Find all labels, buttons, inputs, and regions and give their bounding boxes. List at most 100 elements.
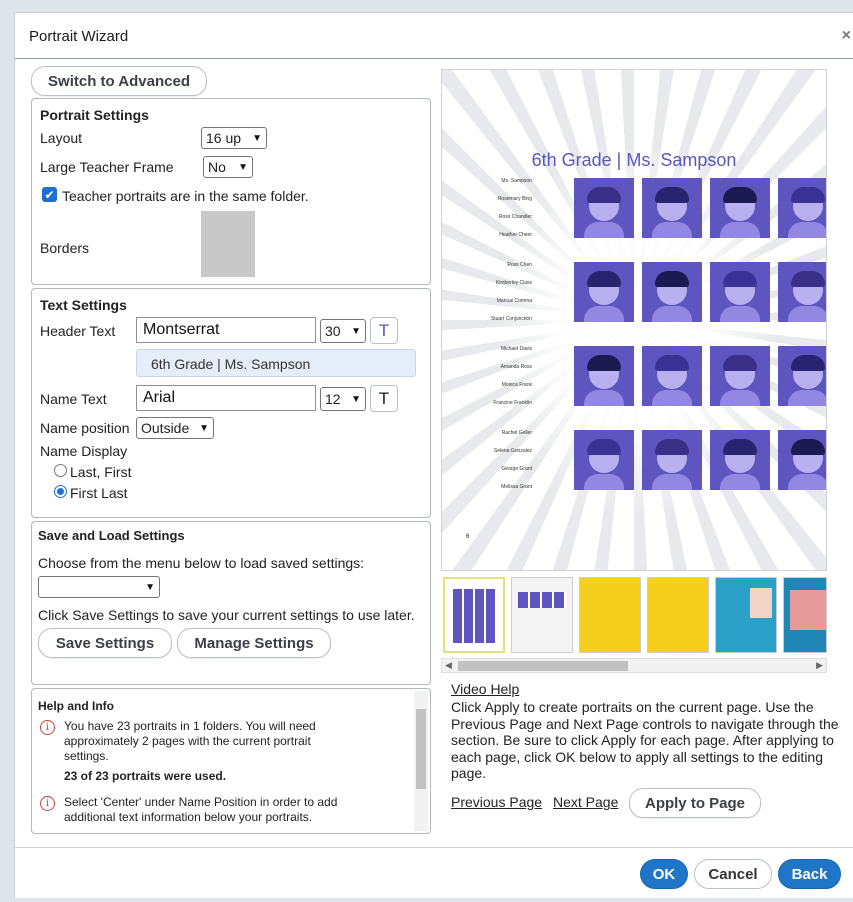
portrait-tile [574, 346, 634, 406]
page-thumbnail-1[interactable] [443, 577, 505, 653]
ok-button[interactable]: OK [640, 859, 688, 889]
preview-student-name: Marcus Comma [496, 298, 532, 304]
preview-student-name: Rachel Geller [501, 430, 532, 436]
chevron-down-icon: ▼ [238, 161, 248, 173]
header-size-select[interactable]: 30 ▼ [320, 319, 366, 343]
preview-student-name: Selena Gonzalez [493, 448, 532, 454]
page-thumbnails: ◀ ▶ [441, 573, 827, 673]
portrait-hair [723, 187, 757, 203]
previous-page-link[interactable]: Previous Page [451, 794, 542, 810]
scroll-left-icon[interactable]: ◀ [445, 660, 452, 671]
saved-settings-select[interactable]: ▼ [38, 576, 160, 598]
name-position-select[interactable]: Outside ▼ [136, 417, 214, 439]
layout-select-value: 16 up [206, 130, 242, 146]
choose-saved-text: Choose from the menu below to load saved… [38, 555, 365, 571]
scroll-right-icon[interactable]: ▶ [816, 660, 823, 671]
borders-swatch[interactable] [201, 211, 255, 277]
page-thumbnail-2[interactable] [511, 577, 573, 653]
dialog-titlebar: Portrait Wizard × [15, 13, 853, 59]
name-size-value: 12 [325, 391, 341, 407]
portrait-body [584, 222, 624, 238]
thumbnails-scrollbar-thumb[interactable] [458, 661, 628, 671]
preview-student-name: Kimberley Class [495, 280, 532, 286]
info-icon: i [40, 720, 55, 735]
chevron-down-icon: ▼ [351, 325, 361, 337]
next-page-link[interactable]: Next Page [553, 794, 618, 810]
portrait-body [788, 390, 826, 406]
preview-student-name: Francine Franklin [493, 400, 532, 406]
manage-settings-button[interactable]: Manage Settings [177, 628, 331, 658]
preview-page-number: 6 [466, 534, 470, 540]
preview-student-name: George Grant [501, 466, 532, 472]
thumbnails-scrollbar[interactable]: ◀ ▶ [441, 658, 827, 673]
save-load-panel: Save and Load Settings Choose from the m… [31, 521, 431, 685]
header-font-input[interactable]: Montserrat [136, 317, 316, 343]
name-display-label: Name Display [40, 443, 128, 459]
portrait-settings-heading: Portrait Settings [40, 107, 149, 123]
page-thumbnail-4[interactable] [647, 577, 709, 653]
large-teacher-frame-value: No [208, 159, 226, 175]
radio-first-last[interactable] [54, 485, 67, 498]
switch-to-advanced-button[interactable]: Switch to Advanced [31, 66, 207, 96]
chevron-down-icon: ▼ [351, 393, 361, 405]
apply-instructions: Click Apply to create portraits on the c… [451, 699, 839, 781]
back-button[interactable]: Back [778, 859, 841, 889]
page-thumbnail-5[interactable] [715, 577, 777, 653]
preview-student-name: Ross Chandler [498, 214, 532, 220]
help-scrollbar[interactable] [414, 691, 428, 831]
portrait-body [720, 306, 760, 322]
chevron-down-icon: ▼ [252, 132, 262, 144]
portrait-tile [642, 430, 702, 490]
preview-student-name: Michael Davis [500, 346, 532, 352]
portrait-body [720, 474, 760, 490]
radio-last-first[interactable] [54, 464, 67, 477]
teacher-same-folder-checkbox[interactable]: ✔ [42, 187, 57, 202]
apply-to-page-button[interactable]: Apply to Page [629, 788, 761, 818]
preview-student-name: Heather Cheer [499, 232, 532, 238]
portrait-hair [791, 187, 825, 203]
portrait-body [652, 474, 692, 490]
portrait-body [584, 390, 624, 406]
help-scrollbar-thumb[interactable] [416, 709, 426, 789]
portrait-tile [778, 430, 826, 490]
portrait-tile [642, 262, 702, 322]
large-teacher-frame-select[interactable]: No ▼ [203, 156, 253, 178]
portrait-hair [655, 271, 689, 287]
portrait-hair [723, 355, 757, 371]
name-position-label: Name position [40, 420, 130, 436]
page-thumbnail-3[interactable] [579, 577, 641, 653]
name-text-label: Name Text [40, 391, 107, 407]
portrait-tile [642, 346, 702, 406]
name-size-select[interactable]: 12 ▼ [320, 387, 366, 411]
save-settings-button[interactable]: Save Settings [38, 628, 172, 658]
layout-select[interactable]: 16 up ▼ [201, 127, 267, 149]
close-icon[interactable]: × [842, 27, 851, 45]
portrait-tile [710, 178, 770, 238]
portrait-tile [710, 430, 770, 490]
portrait-wizard-dialog: Portrait Wizard × Switch to Advanced Por… [14, 12, 853, 898]
portrait-hair [587, 355, 621, 371]
name-font-input[interactable]: Arial [136, 385, 316, 411]
video-help-link[interactable]: Video Help [451, 681, 519, 697]
dialog-title: Portrait Wizard [29, 28, 129, 45]
large-teacher-frame-label: Large Teacher Frame [40, 159, 174, 175]
portrait-tile [778, 178, 826, 238]
help-info-heading: Help and Info [38, 699, 114, 713]
portrait-tile [574, 430, 634, 490]
preview-title: 6th Grade | Ms. Sampson [531, 150, 737, 170]
layout-label: Layout [40, 130, 83, 146]
thumbnail-photo-art [790, 590, 826, 630]
preview-student-name: Stuart Conjunction [490, 316, 532, 322]
preview-student-name: Amanda Ross [500, 364, 532, 370]
thumbnail-photo-art [750, 588, 772, 618]
name-position-value: Outside [141, 420, 190, 436]
portrait-tile [710, 346, 770, 406]
portrait-hair [791, 355, 825, 371]
preview-student-name: Melissa Grant [501, 484, 532, 490]
name-text-color-button[interactable]: T [370, 385, 398, 412]
header-text-color-button[interactable]: T [370, 317, 398, 344]
portrait-settings-panel: Portrait Settings Layout 16 up ▼ Large T… [31, 98, 431, 285]
page-thumbnail-6[interactable] [783, 577, 827, 653]
portrait-tile [642, 178, 702, 238]
cancel-button[interactable]: Cancel [694, 859, 772, 889]
